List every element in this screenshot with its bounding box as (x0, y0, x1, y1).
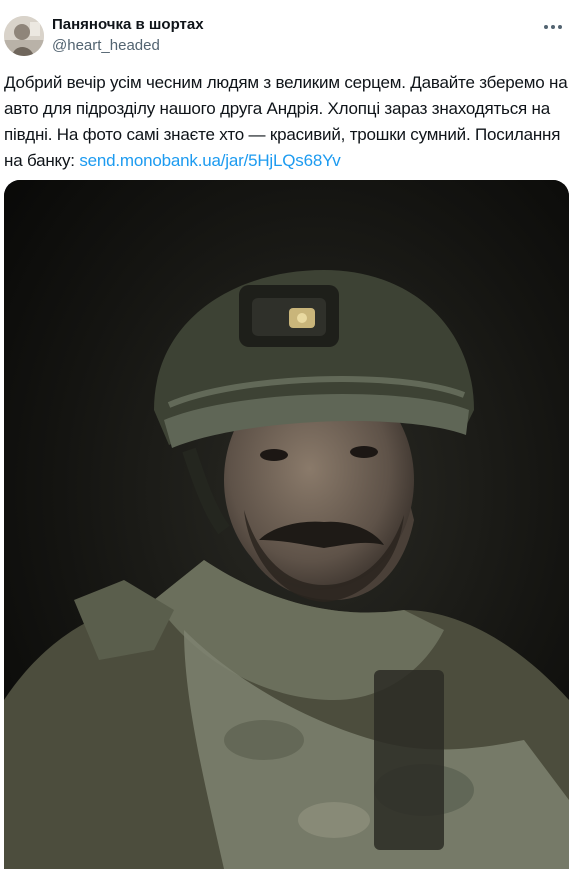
tweet-header: Паняночка в шортах @heart_headed (0, 0, 577, 66)
avatar[interactable] (4, 16, 44, 56)
tweet: Паняночка в шортах @heart_headed Добрий … (0, 0, 577, 869)
photo-image (4, 180, 569, 869)
author-name[interactable]: Паняночка в шортах (52, 15, 204, 35)
author-handle[interactable]: @heart_headed (52, 36, 160, 56)
jar-link[interactable]: send.monobank.ua/jar/5HjLQs68Yv (79, 151, 340, 170)
tweet-text: Добрий вечір усім чесним людям з великим… (4, 70, 570, 174)
more-horizontal-icon[interactable] (541, 15, 565, 39)
tweet-photo[interactable] (4, 180, 569, 869)
avatar-image (4, 16, 44, 56)
